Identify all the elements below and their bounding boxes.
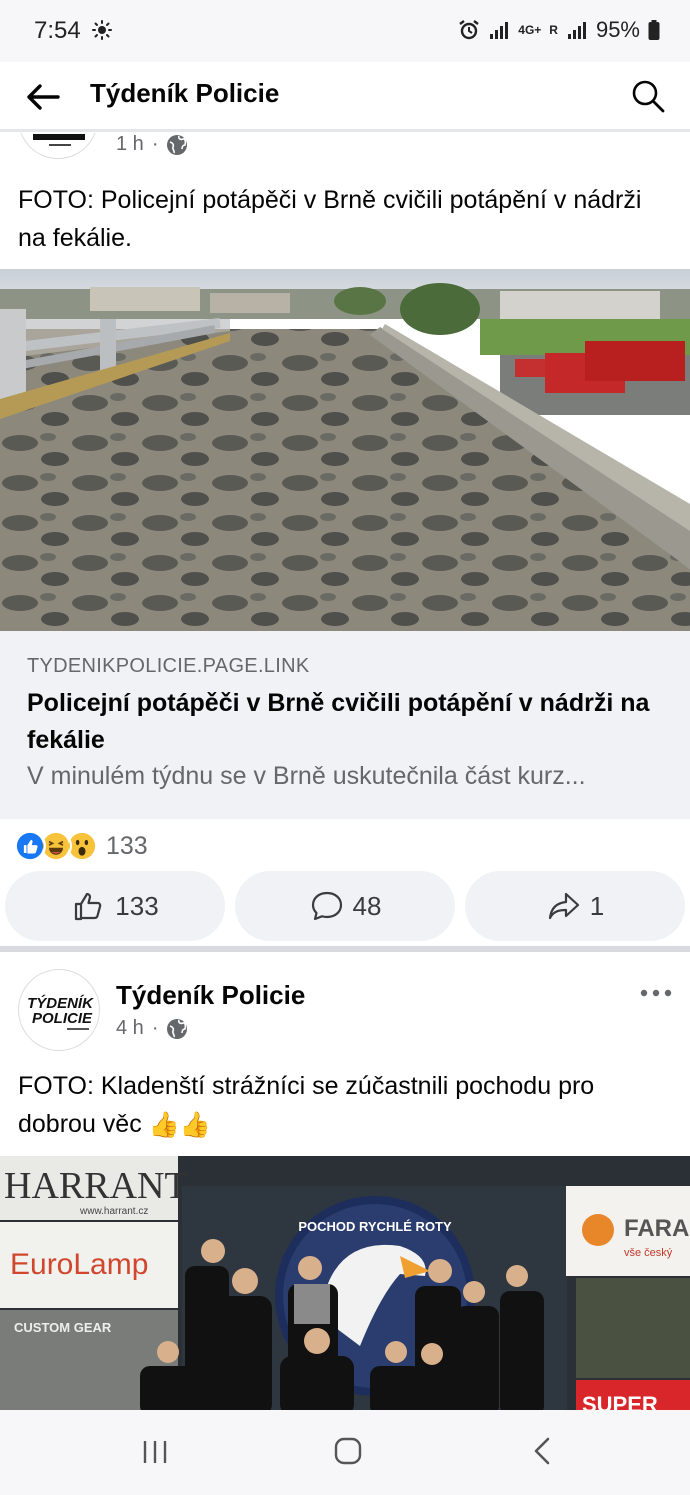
share-count: 1 xyxy=(589,890,605,921)
post-photo[interactable] xyxy=(0,269,690,631)
banner-harrant: HARRANT xyxy=(4,1165,188,1207)
link-preview[interactable]: TYDENIKPOLICIE.PAGE.LINK Policejní potáp… xyxy=(0,631,690,819)
status-bar: 7:54 4G+ R 95% xyxy=(0,0,690,62)
thumbs-up-emoji: 👍👍 xyxy=(148,1111,211,1140)
meta-separator: · xyxy=(151,1017,159,1039)
system-nav-bar xyxy=(0,1410,690,1495)
post-meta: 1 h · xyxy=(116,133,188,156)
battery-percent: 95% xyxy=(595,17,640,42)
post-actions: 133 48 1 xyxy=(5,871,685,941)
post-photo[interactable]: HARRANT www.harrant.cz EuroLamp CUSTOM G… xyxy=(0,1156,690,1410)
meta-separator: · xyxy=(151,133,159,155)
roaming-indicator: R xyxy=(549,23,558,37)
banner-center-arc: POCHOD RYCHLÉ ROTY xyxy=(298,1219,452,1234)
post-time[interactable]: 1 h xyxy=(116,133,144,156)
banner-faran-sub: vše český xyxy=(624,1247,673,1259)
like-reaction-icon xyxy=(14,830,46,862)
network-type: 4G+ xyxy=(518,23,542,37)
logo-line-2: POLICIE xyxy=(32,1010,93,1027)
comment-icon xyxy=(311,891,342,921)
like-count: 133 xyxy=(115,890,159,921)
app-header: Týdeník Policie xyxy=(0,62,690,132)
globe-icon xyxy=(167,1018,188,1039)
thumbs-up-icon xyxy=(75,892,102,921)
alarm-icon xyxy=(459,20,479,40)
link-description: V minulém týdnu se v Brně uskutečnila čá… xyxy=(27,762,586,790)
like-button[interactable]: 133 xyxy=(5,871,225,941)
back-arrow-icon[interactable] xyxy=(22,76,64,118)
comment-button[interactable]: 48 xyxy=(235,871,455,941)
search-icon[interactable] xyxy=(628,76,668,116)
reaction-count: 133 xyxy=(106,831,148,860)
home-icon[interactable] xyxy=(333,1436,363,1466)
post-text[interactable]: FOTO: Kladenští strážníci se zúčastnili … xyxy=(18,1067,668,1144)
march-group-photo: HARRANT www.harrant.cz EuroLamp CUSTOM G… xyxy=(0,1156,690,1410)
post-meta: 4 h · xyxy=(116,1017,188,1040)
status-indicators: 4G+ R 95% xyxy=(458,17,660,43)
tydenik-policie-logo: TÝDENÍK POLICIE xyxy=(27,995,94,1030)
comment-count: 48 xyxy=(352,890,382,921)
post-text-content: FOTO: Kladenští strážníci se zúčastnili … xyxy=(18,1072,595,1138)
status-time: 7:54 xyxy=(34,17,81,44)
recent-apps-icon[interactable] xyxy=(140,1438,170,1466)
battery-icon xyxy=(648,20,660,40)
post-divider xyxy=(0,946,690,952)
banner-harrant-url: www.harrant.cz xyxy=(79,1206,148,1217)
page-avatar[interactable] xyxy=(18,133,98,159)
reactions-summary[interactable]: 133 xyxy=(14,825,148,867)
banner-custom-gear: CUSTOM GEAR xyxy=(14,1320,112,1335)
share-button[interactable]: 1 xyxy=(465,871,685,941)
back-icon[interactable] xyxy=(530,1436,554,1466)
page-avatar[interactable]: TÝDENÍK POLICIE xyxy=(18,969,100,1051)
post-time[interactable]: 4 h xyxy=(116,1017,144,1040)
page-name[interactable]: Týdeník Policie xyxy=(116,980,305,1011)
tydenik-policie-logo xyxy=(33,134,85,146)
banner-eurolamp: EuroLamp xyxy=(10,1248,148,1281)
signal-icon xyxy=(490,22,509,39)
link-title: Policejní potápěči v Brně cvičili potápě… xyxy=(27,689,650,754)
globe-icon xyxy=(167,134,188,155)
page-title: Týdeník Policie xyxy=(90,78,280,108)
more-options-icon[interactable] xyxy=(638,983,674,1003)
share-arrow-icon xyxy=(548,892,579,920)
sun-icon xyxy=(92,20,112,40)
news-feed[interactable]: 1 h · FOTO: Policejní potápěči v Brně cv… xyxy=(0,133,690,1410)
banner-faran: FARAN xyxy=(624,1215,690,1242)
wastewater-tank-photo xyxy=(0,269,690,631)
signal-icon-2 xyxy=(567,22,586,39)
banner-super: SUPER xyxy=(582,1392,658,1410)
link-domain: TYDENIKPOLICIE.PAGE.LINK xyxy=(27,655,310,677)
post-text[interactable]: FOTO: Policejní potápěči v Brně cvičili … xyxy=(18,181,668,257)
